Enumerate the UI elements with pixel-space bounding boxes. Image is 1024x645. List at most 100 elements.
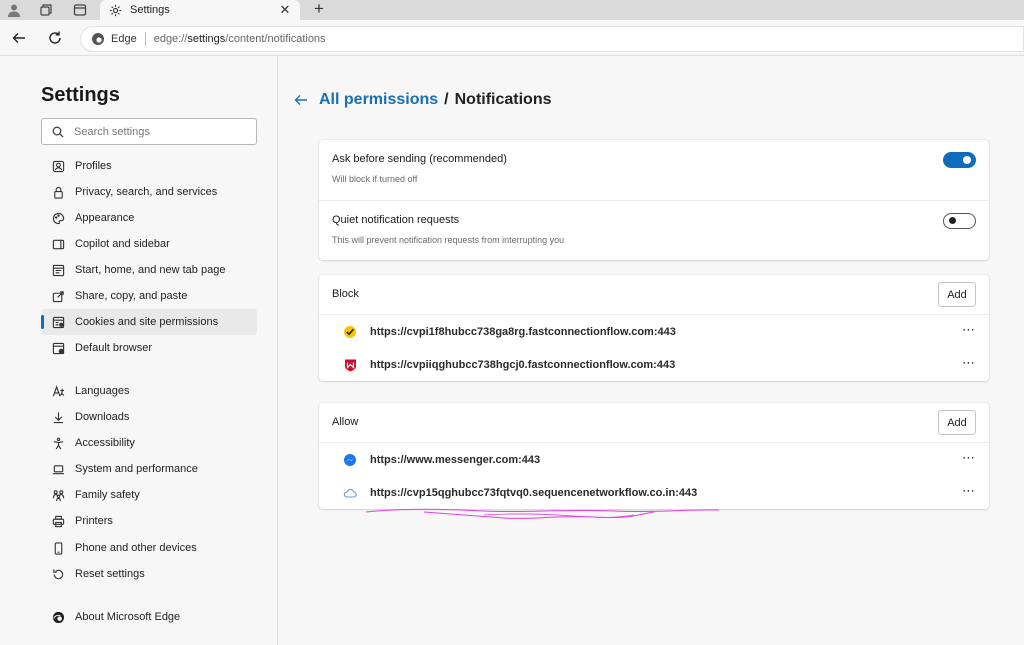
site-url: https://cvp15qghubcc73fqtvq0.sequencenet… bbox=[370, 486, 698, 499]
palette-icon bbox=[51, 211, 65, 225]
share-icon bbox=[51, 289, 65, 303]
sidebar-item-printers[interactable]: Printers bbox=[41, 508, 257, 534]
block-header: Block Add bbox=[319, 275, 989, 315]
sidebar-item-label: Downloads bbox=[75, 411, 130, 423]
sidebar-item-label: Default browser bbox=[75, 342, 153, 354]
back-button[interactable] bbox=[9, 28, 29, 48]
profile-avatar-icon[interactable] bbox=[6, 2, 22, 18]
site-url: https://cvpiiqghubcc738hgcj0.fastconnect… bbox=[370, 358, 676, 371]
sidebar-item-reset[interactable]: Reset settings bbox=[41, 561, 257, 587]
refresh-button[interactable] bbox=[45, 28, 65, 48]
site-url: https://www.messenger.com:443 bbox=[370, 453, 541, 466]
edge-logo-icon bbox=[92, 33, 104, 45]
sidebar-icon bbox=[51, 237, 65, 251]
sidebar-item-label: About Microsoft Edge bbox=[75, 611, 181, 623]
sidebar-item-copilot[interactable]: Copilot and sidebar bbox=[41, 231, 257, 257]
breadcrumb-all-permissions-link[interactable]: All permissions bbox=[319, 91, 438, 109]
setting-row-ask-before-sending: Ask before sending (recommended) Will bl… bbox=[319, 140, 989, 200]
breadcrumb-separator: / bbox=[444, 91, 449, 108]
setting-description: This will prevent notification requests … bbox=[332, 235, 565, 245]
more-options-icon[interactable]: ⋯ bbox=[962, 356, 976, 369]
edge-icon bbox=[51, 610, 65, 624]
sidebar-item-label: Cookies and site permissions bbox=[75, 316, 219, 328]
block-title: Block bbox=[332, 288, 359, 300]
sidebar-item-privacy[interactable]: Privacy, search, and services bbox=[41, 179, 257, 205]
sidebar-item-label: Phone and other devices bbox=[75, 542, 197, 554]
tab-title: Settings bbox=[130, 4, 170, 16]
tab-actions-icon[interactable] bbox=[72, 2, 88, 18]
sidebar-item-label: Profiles bbox=[75, 160, 112, 172]
setting-row-quiet-requests: Quiet notification requests This will pr… bbox=[319, 200, 989, 260]
tab-settings[interactable]: Settings ✕ bbox=[100, 0, 300, 20]
language-icon bbox=[51, 384, 65, 398]
cloud-icon bbox=[343, 486, 357, 500]
sidebar-item-label: Copilot and sidebar bbox=[75, 238, 170, 250]
new-tab-button[interactable]: + bbox=[310, 0, 328, 20]
sidebar-item-about[interactable]: About Microsoft Edge bbox=[41, 604, 257, 630]
annotation-scribble bbox=[365, 508, 720, 519]
more-options-icon[interactable]: ⋯ bbox=[962, 484, 976, 497]
more-options-icon[interactable]: ⋯ bbox=[962, 323, 976, 336]
sidebar-item-start-home[interactable]: Start, home, and new tab page bbox=[41, 257, 257, 283]
block-add-button[interactable]: Add bbox=[938, 282, 976, 307]
sidebar-item-label: Family safety bbox=[75, 489, 140, 501]
breadcrumb: All permissions / Notifications bbox=[293, 91, 552, 109]
allow-header: Allow Add bbox=[319, 403, 989, 443]
workspaces-icon[interactable] bbox=[38, 2, 54, 18]
quiet-requests-toggle[interactable] bbox=[943, 213, 976, 229]
ask-before-sending-toggle[interactable] bbox=[943, 152, 976, 168]
phone-icon bbox=[51, 541, 65, 555]
reset-icon bbox=[51, 567, 65, 581]
block-section: Block Add https://cvpi1f8hubcc738ga8rg.f… bbox=[319, 275, 989, 381]
sidebar-item-label: Languages bbox=[75, 385, 130, 397]
sidebar-item-share[interactable]: Share, copy, and paste bbox=[41, 283, 257, 309]
sidebar-item-cookies-permissions[interactable]: Cookies and site permissions bbox=[41, 309, 257, 335]
sidebar-item-label: Printers bbox=[75, 515, 113, 527]
sidebar-item-languages[interactable]: Languages bbox=[41, 378, 257, 404]
close-tab-icon[interactable]: ✕ bbox=[278, 2, 292, 18]
browser-icon bbox=[51, 341, 65, 355]
sidebar-item-phone[interactable]: Phone and other devices bbox=[41, 535, 257, 561]
sidebar-item-default-browser[interactable]: Default browser bbox=[41, 335, 257, 361]
sidebar-item-label: Accessibility bbox=[75, 437, 135, 449]
address-bar[interactable]: Edge edge://settings/content/notificatio… bbox=[80, 26, 1024, 52]
page-title: Notifications bbox=[454, 91, 552, 108]
address-url: edge://settings/content/notifications bbox=[153, 33, 326, 45]
more-options-icon[interactable]: ⋯ bbox=[962, 451, 976, 464]
allow-add-button[interactable]: Add bbox=[938, 410, 976, 435]
search-input[interactable] bbox=[74, 125, 244, 138]
sidebar-item-accessibility[interactable]: Accessibility bbox=[41, 430, 257, 456]
search-icon bbox=[52, 126, 64, 137]
site-row: https://cvpi1f8hubcc738ga8rg.fastconnect… bbox=[319, 315, 989, 348]
sidebar-item-family-safety[interactable]: Family safety bbox=[41, 482, 257, 508]
tab-strip: Settings ✕ + bbox=[0, 0, 1024, 20]
toolbar: Edge edge://settings/content/notificatio… bbox=[0, 20, 1024, 56]
search-box[interactable] bbox=[41, 118, 257, 145]
sidebar-item-label: System and performance bbox=[75, 463, 198, 475]
download-icon bbox=[51, 410, 65, 424]
sidebar-title: Settings bbox=[41, 84, 120, 106]
site-url: https://cvpi1f8hubcc738ga8rg.fastconnect… bbox=[370, 325, 676, 338]
sidebar-item-label: Reset settings bbox=[75, 568, 145, 580]
permissions-icon bbox=[51, 315, 65, 329]
allow-title: Allow bbox=[332, 416, 359, 428]
back-arrow-icon[interactable] bbox=[293, 91, 311, 109]
setting-label: Ask before sending (recommended) bbox=[332, 153, 507, 165]
family-icon bbox=[51, 488, 65, 502]
sidebar-item-downloads[interactable]: Downloads bbox=[41, 404, 257, 430]
sidebar-item-label: Start, home, and new tab page bbox=[75, 264, 226, 276]
setting-description: Will block if turned off bbox=[332, 174, 418, 184]
address-brand: Edge bbox=[111, 33, 137, 45]
setting-label: Quiet notification requests bbox=[332, 214, 460, 226]
main-content: All permissions / Notifications Ask befo… bbox=[279, 56, 1024, 645]
sidebar-item-label: Privacy, search, and services bbox=[75, 186, 218, 198]
site-row: https://www.messenger.com:443 ⋯ bbox=[319, 443, 989, 476]
norton-check-icon bbox=[343, 325, 357, 339]
home-icon bbox=[51, 263, 65, 277]
printer-icon bbox=[51, 514, 65, 528]
allow-section: Allow Add https://www.messenger.com:443 … bbox=[319, 403, 989, 509]
sidebar-item-profiles[interactable]: Profiles bbox=[41, 153, 257, 179]
sidebar-item-appearance[interactable]: Appearance bbox=[41, 205, 257, 231]
sidebar-item-label: Share, copy, and paste bbox=[75, 290, 188, 302]
sidebar-item-system[interactable]: System and performance bbox=[41, 456, 257, 482]
